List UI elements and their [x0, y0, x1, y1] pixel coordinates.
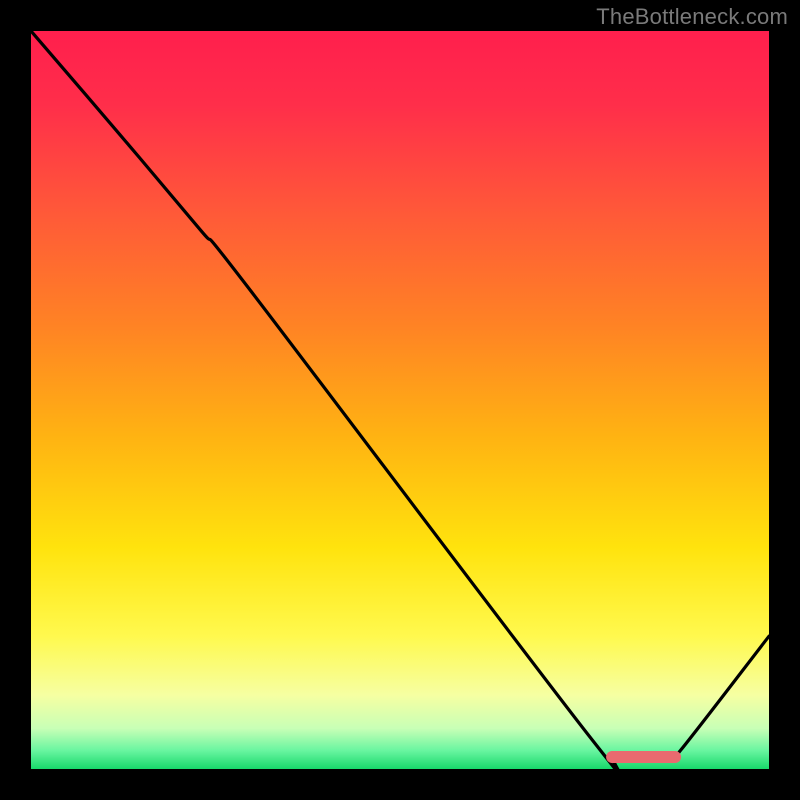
optimal-range-marker	[607, 751, 681, 763]
plot-area	[31, 31, 769, 769]
watermark-text: TheBottleneck.com	[596, 4, 788, 30]
chart-frame: TheBottleneck.com	[0, 0, 800, 800]
gradient-background	[31, 31, 769, 769]
